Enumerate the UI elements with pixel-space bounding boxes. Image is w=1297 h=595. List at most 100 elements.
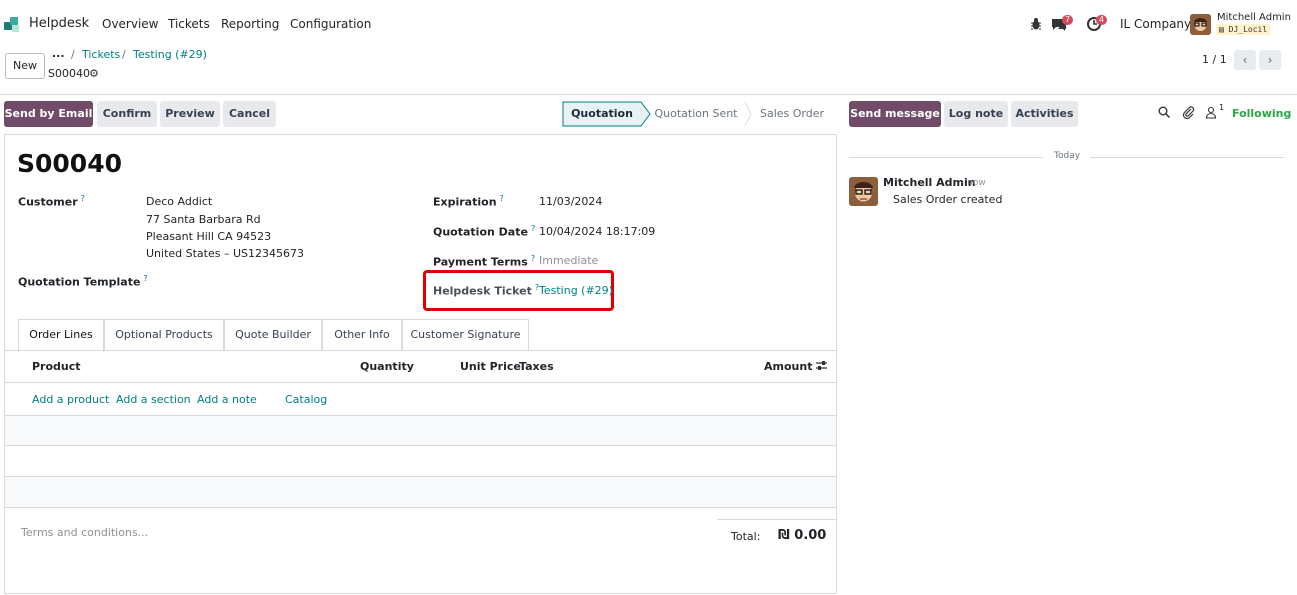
total-label: Total:: [731, 530, 761, 543]
table-row-divider: [5, 445, 836, 446]
send-message-button[interactable]: Send message: [849, 101, 941, 127]
new-button[interactable]: New: [5, 53, 45, 79]
stage-sales-order[interactable]: Sales Order: [756, 101, 828, 127]
message-body: Sales Order created: [893, 193, 1003, 206]
empty-table-row: [5, 416, 836, 446]
empty-table-row: [5, 477, 836, 507]
tab-other-info[interactable]: Other Info: [322, 319, 402, 351]
database-icon: ▤: [1219, 25, 1224, 34]
column-unit-price[interactable]: Unit Price: [460, 360, 521, 373]
database-name: DJ_Locil: [1228, 25, 1268, 34]
search-icon[interactable]: [1158, 106, 1171, 121]
app-name[interactable]: Helpdesk: [29, 16, 89, 31]
date-separator-line: [1090, 157, 1284, 158]
column-settings-icon[interactable]: [815, 359, 828, 375]
cancel-button[interactable]: Cancel: [223, 101, 276, 127]
activities-button[interactable]: Activities: [1011, 101, 1078, 127]
tabs-divider: [5, 350, 836, 351]
breadcrumb-tickets[interactable]: Tickets: [82, 48, 120, 61]
expiration-label-text: Expiration: [433, 195, 497, 209]
table-row-divider: [5, 507, 836, 508]
expiration-value[interactable]: 11/03/2024: [539, 195, 602, 208]
column-taxes[interactable]: Taxes: [519, 360, 554, 373]
date-separator-line: [849, 157, 1043, 158]
pager-previous-button[interactable]: ‹: [1234, 50, 1256, 70]
menu-tickets[interactable]: Tickets: [168, 17, 210, 31]
column-quantity[interactable]: Quantity: [360, 360, 414, 373]
column-product[interactable]: Product: [32, 360, 81, 373]
menu-reporting[interactable]: Reporting: [221, 17, 279, 31]
stage-quotation-sent[interactable]: Quotation Sent: [653, 101, 739, 127]
quotation-date-value[interactable]: 10/04/2024 18:17:09: [539, 225, 655, 238]
confirm-button[interactable]: Confirm: [97, 101, 157, 127]
helpdesk-ticket-label: Helpdesk Ticket?: [433, 283, 539, 298]
helpdesk-ticket-link[interactable]: Testing (#29): [539, 284, 613, 297]
breadcrumb-ellipsis[interactable]: ...: [52, 47, 65, 60]
quotation-template-label-text: Quotation Template: [18, 275, 141, 289]
tab-quote-builder[interactable]: Quote Builder: [224, 319, 322, 351]
message-time: - now: [961, 178, 986, 188]
quotation-date-label: Quotation Date?: [433, 224, 535, 239]
menu-overview[interactable]: Overview: [102, 17, 159, 31]
send-by-email-button[interactable]: Send by Email: [4, 101, 93, 127]
tab-optional-products[interactable]: Optional Products: [104, 319, 224, 351]
customer-label-text: Customer: [18, 195, 78, 209]
catalog-link[interactable]: Catalog: [285, 393, 327, 406]
tab-order-lines[interactable]: Order Lines: [18, 319, 104, 352]
total-divider: [717, 519, 836, 520]
user-avatar[interactable]: [1190, 14, 1211, 35]
messages-count-badge: 7: [1062, 15, 1074, 25]
customer-country-vat: United States – US12345673: [146, 247, 305, 260]
add-section-link[interactable]: Add a section: [116, 393, 191, 406]
tab-customer-signature[interactable]: Customer Signature: [402, 319, 529, 351]
customer-name[interactable]: Deco Addict: [146, 195, 212, 208]
gear-icon[interactable]: ⚙: [89, 67, 99, 80]
helpdesk-ticket-label-text: Helpdesk Ticket: [433, 284, 532, 298]
payment-terms-label: Payment Terms?: [433, 254, 535, 269]
following-toggle[interactable]: Following: [1232, 107, 1291, 120]
user-name[interactable]: Mitchell Admin: [1217, 12, 1291, 23]
payment-terms-input[interactable]: Immediate: [539, 254, 598, 267]
pager-value[interactable]: 1 / 1: [1202, 53, 1227, 66]
help-tooltip[interactable]: ?: [531, 224, 535, 233]
attachment-paperclip-icon[interactable]: [1182, 106, 1195, 122]
top-navbar: Helpdesk Overview Tickets Reporting Conf…: [0, 7, 1297, 41]
form-sheet: [4, 134, 837, 594]
followers-icon[interactable]: [1205, 106, 1217, 122]
quotation-template-input[interactable]: [146, 270, 406, 290]
preview-button[interactable]: Preview: [160, 101, 220, 127]
bug-icon[interactable]: [1030, 17, 1042, 34]
company-switcher[interactable]: IL Company: [1120, 17, 1191, 31]
stage-quotation[interactable]: Quotation: [562, 101, 642, 127]
table-row-divider: [5, 476, 836, 477]
helpdesk-app-icon[interactable]: [3, 16, 21, 34]
payment-terms-label-text: Payment Terms: [433, 255, 528, 269]
terms-and-conditions-input[interactable]: Terms and conditions...: [21, 526, 148, 539]
help-tooltip[interactable]: ?: [531, 254, 535, 263]
quotation-date-label-text: Quotation Date: [433, 225, 528, 239]
menu-configuration[interactable]: Configuration: [290, 17, 371, 31]
add-product-link[interactable]: Add a product: [32, 393, 109, 406]
database-badge: ▤ DJ_Locil: [1216, 24, 1271, 35]
control-panel: New ... / Tickets / Testing (#29) S00040…: [0, 41, 1297, 95]
activities-count-badge: 4: [1096, 15, 1108, 25]
message-author-avatar[interactable]: [849, 177, 878, 206]
customer-street: 77 Santa Barbara Rd: [146, 213, 261, 226]
record-title: S00040: [17, 149, 122, 178]
followers-count: 1: [1219, 103, 1225, 112]
breadcrumb-separator: /: [71, 48, 75, 61]
stage-separator: [744, 101, 752, 130]
breadcrumb-separator: /: [122, 48, 126, 61]
log-note-button[interactable]: Log note: [944, 101, 1008, 127]
quotation-template-label: Quotation Template?: [18, 274, 148, 289]
table-header-divider: [5, 382, 836, 383]
pager-next-button[interactable]: ›: [1259, 50, 1281, 70]
column-amount[interactable]: Amount: [764, 360, 812, 373]
add-note-link[interactable]: Add a note: [197, 393, 257, 406]
help-tooltip[interactable]: ?: [81, 194, 85, 203]
expiration-label: Expiration?: [433, 194, 504, 209]
help-tooltip[interactable]: ?: [500, 194, 504, 203]
breadcrumb-ticket[interactable]: Testing (#29): [133, 48, 207, 61]
customer-city: Pleasant Hill CA 94523: [146, 230, 272, 243]
customer-label: Customer?: [18, 194, 85, 209]
